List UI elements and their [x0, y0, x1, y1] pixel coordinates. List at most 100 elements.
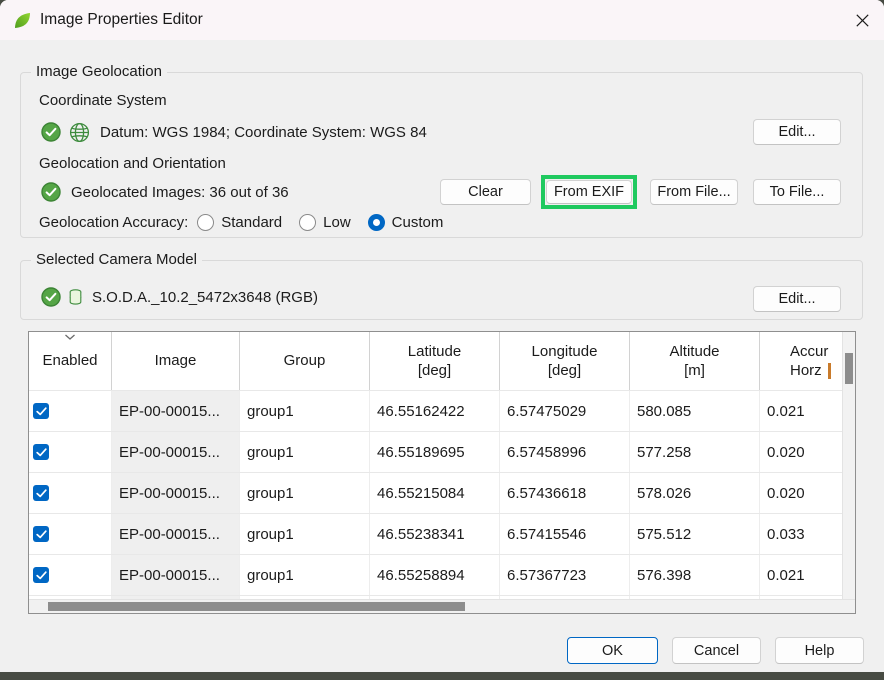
coordinate-system-status-row: Datum: WGS 1984; Coordinate System: WGS … [41, 119, 427, 145]
screen: { "window": { "title": "Image Properties… [0, 0, 884, 680]
column-header-altitude[interactable]: Altitude [m] [630, 332, 760, 390]
header-label: Accur [790, 342, 828, 362]
checkbox-check-icon [36, 571, 47, 580]
radio-selected-icon[interactable] [368, 214, 385, 231]
help-button[interactable]: Help [775, 637, 864, 664]
cell-accuracy-horz[interactable]: 0.020 [760, 432, 855, 472]
cell-altitude[interactable]: 578.026 [630, 473, 760, 513]
radio-option-low[interactable]: Low [299, 214, 351, 231]
cell-accuracy-horz[interactable]: 0.033 [760, 514, 855, 554]
column-header-image[interactable]: Image [112, 332, 240, 390]
cell-group[interactable]: group1 [240, 555, 370, 595]
horizontal-scrollbar[interactable] [29, 599, 855, 613]
from-file-button[interactable]: From File... [650, 179, 738, 205]
cell-group[interactable]: group1 [240, 391, 370, 431]
enabled-checkbox[interactable] [33, 567, 49, 583]
cell-latitude[interactable]: 46.55258894 [370, 555, 500, 595]
radio-option-standard[interactable]: Standard [197, 214, 282, 231]
edit-coordinate-system-button[interactable]: Edit... [753, 119, 841, 145]
sort-chevron-down-icon[interactable] [65, 334, 76, 340]
cell-altitude[interactable]: 575.512 [630, 514, 760, 554]
from-exif-highlight-box: From EXIF [541, 175, 637, 209]
cell-enabled[interactable] [29, 514, 112, 554]
cell-image[interactable]: EP-00-00015... [112, 473, 240, 513]
enabled-checkbox[interactable] [33, 403, 49, 419]
enabled-checkbox[interactable] [33, 485, 49, 501]
datum-text: Datum: WGS 1984; Coordinate System: WGS … [100, 124, 427, 141]
cell-accuracy-horz[interactable]: 0.021 [760, 555, 855, 595]
radio-option-custom[interactable]: Custom [368, 214, 444, 231]
cell-longitude[interactable]: 6.57415546 [500, 514, 630, 554]
cancel-button[interactable]: Cancel [672, 637, 761, 664]
enabled-checkbox[interactable] [33, 444, 49, 460]
column-header-accuracy-horz[interactable]: Accur Horz [760, 332, 855, 390]
cell-accuracy-horz[interactable]: 0.020 [760, 473, 855, 513]
header-unit: [m] [684, 361, 705, 381]
geolocation-accuracy-label: Geolocation Accuracy: [39, 214, 188, 231]
clipped-mark [828, 363, 831, 379]
table-body: EP-00-00015...group146.551624226.5747502… [29, 390, 855, 605]
group-title: Selected Camera Model [31, 251, 202, 268]
accuracy-row: Geolocation Accuracy: Standard Low Custom [39, 210, 460, 234]
cell-longitude[interactable]: 6.57436618 [500, 473, 630, 513]
column-header-latitude[interactable]: Latitude [deg] [370, 332, 500, 390]
cell-altitude[interactable]: 580.085 [630, 391, 760, 431]
cell-enabled[interactable] [29, 391, 112, 431]
cell-enabled[interactable] [29, 555, 112, 595]
cell-altitude[interactable]: 577.258 [630, 432, 760, 472]
vertical-scrollbar-thumb[interactable] [845, 353, 853, 384]
cell-image[interactable]: EP-00-00015... [112, 514, 240, 554]
header-label: Longitude [532, 342, 598, 362]
group-title: Image Geolocation [31, 63, 167, 80]
table-row: EP-00-00015...group146.551624226.5747502… [29, 390, 855, 431]
radio-label: Standard [221, 214, 282, 231]
checkbox-check-icon [36, 489, 47, 498]
column-header-group[interactable]: Group [240, 332, 370, 390]
cell-image[interactable]: EP-00-00015... [112, 391, 240, 431]
column-header-longitude[interactable]: Longitude [deg] [500, 332, 630, 390]
window-title: Image Properties Editor [40, 11, 203, 29]
cell-longitude[interactable]: 6.57458996 [500, 432, 630, 472]
status-check-icon [41, 287, 61, 307]
cell-latitude[interactable]: 46.55189695 [370, 432, 500, 472]
clear-button[interactable]: Clear [440, 179, 531, 205]
cell-group[interactable]: group1 [240, 514, 370, 554]
coordinate-system-label: Coordinate System [39, 92, 167, 109]
cell-altitude[interactable]: 576.398 [630, 555, 760, 595]
from-exif-button[interactable]: From EXIF [546, 180, 632, 204]
cell-latitude[interactable]: 46.55162422 [370, 391, 500, 431]
close-icon [856, 14, 869, 27]
header-unit-row: Horz [790, 361, 831, 381]
table-row: EP-00-00015...group146.552150846.5743661… [29, 472, 855, 513]
header-label: Group [284, 351, 326, 371]
close-button[interactable] [840, 0, 884, 40]
cell-accuracy-horz[interactable]: 0.021 [760, 391, 855, 431]
cell-group[interactable]: group1 [240, 473, 370, 513]
cell-image[interactable]: EP-00-00015... [112, 555, 240, 595]
horizontal-scrollbar-thumb[interactable] [48, 602, 465, 611]
radio-unselected-icon[interactable] [299, 214, 316, 231]
header-unit: [deg] [548, 361, 581, 381]
vertical-scrollbar[interactable] [842, 332, 855, 599]
header-label: Altitude [669, 342, 719, 362]
cell-enabled[interactable] [29, 432, 112, 472]
globe-icon [69, 122, 90, 143]
titlebar[interactable]: Image Properties Editor [0, 0, 884, 40]
edit-camera-model-button[interactable]: Edit... [753, 286, 841, 312]
cell-group[interactable]: group1 [240, 432, 370, 472]
cell-longitude[interactable]: 6.57367723 [500, 555, 630, 595]
cell-image[interactable]: EP-00-00015... [112, 432, 240, 472]
cell-longitude[interactable]: 6.57475029 [500, 391, 630, 431]
to-file-button[interactable]: To File... [753, 179, 841, 205]
cell-enabled[interactable] [29, 473, 112, 513]
radio-label: Low [323, 214, 351, 231]
header-unit: [deg] [418, 361, 451, 381]
geolocation-orientation-label: Geolocation and Orientation [39, 155, 226, 172]
column-header-enabled[interactable]: Enabled [29, 332, 112, 390]
radio-unselected-icon[interactable] [197, 214, 214, 231]
cell-latitude[interactable]: 46.55238341 [370, 514, 500, 554]
camera-model-text: S.O.D.A._10.2_5472x3648 (RGB) [92, 289, 318, 306]
cell-latitude[interactable]: 46.55215084 [370, 473, 500, 513]
ok-button[interactable]: OK [567, 637, 658, 664]
enabled-checkbox[interactable] [33, 526, 49, 542]
